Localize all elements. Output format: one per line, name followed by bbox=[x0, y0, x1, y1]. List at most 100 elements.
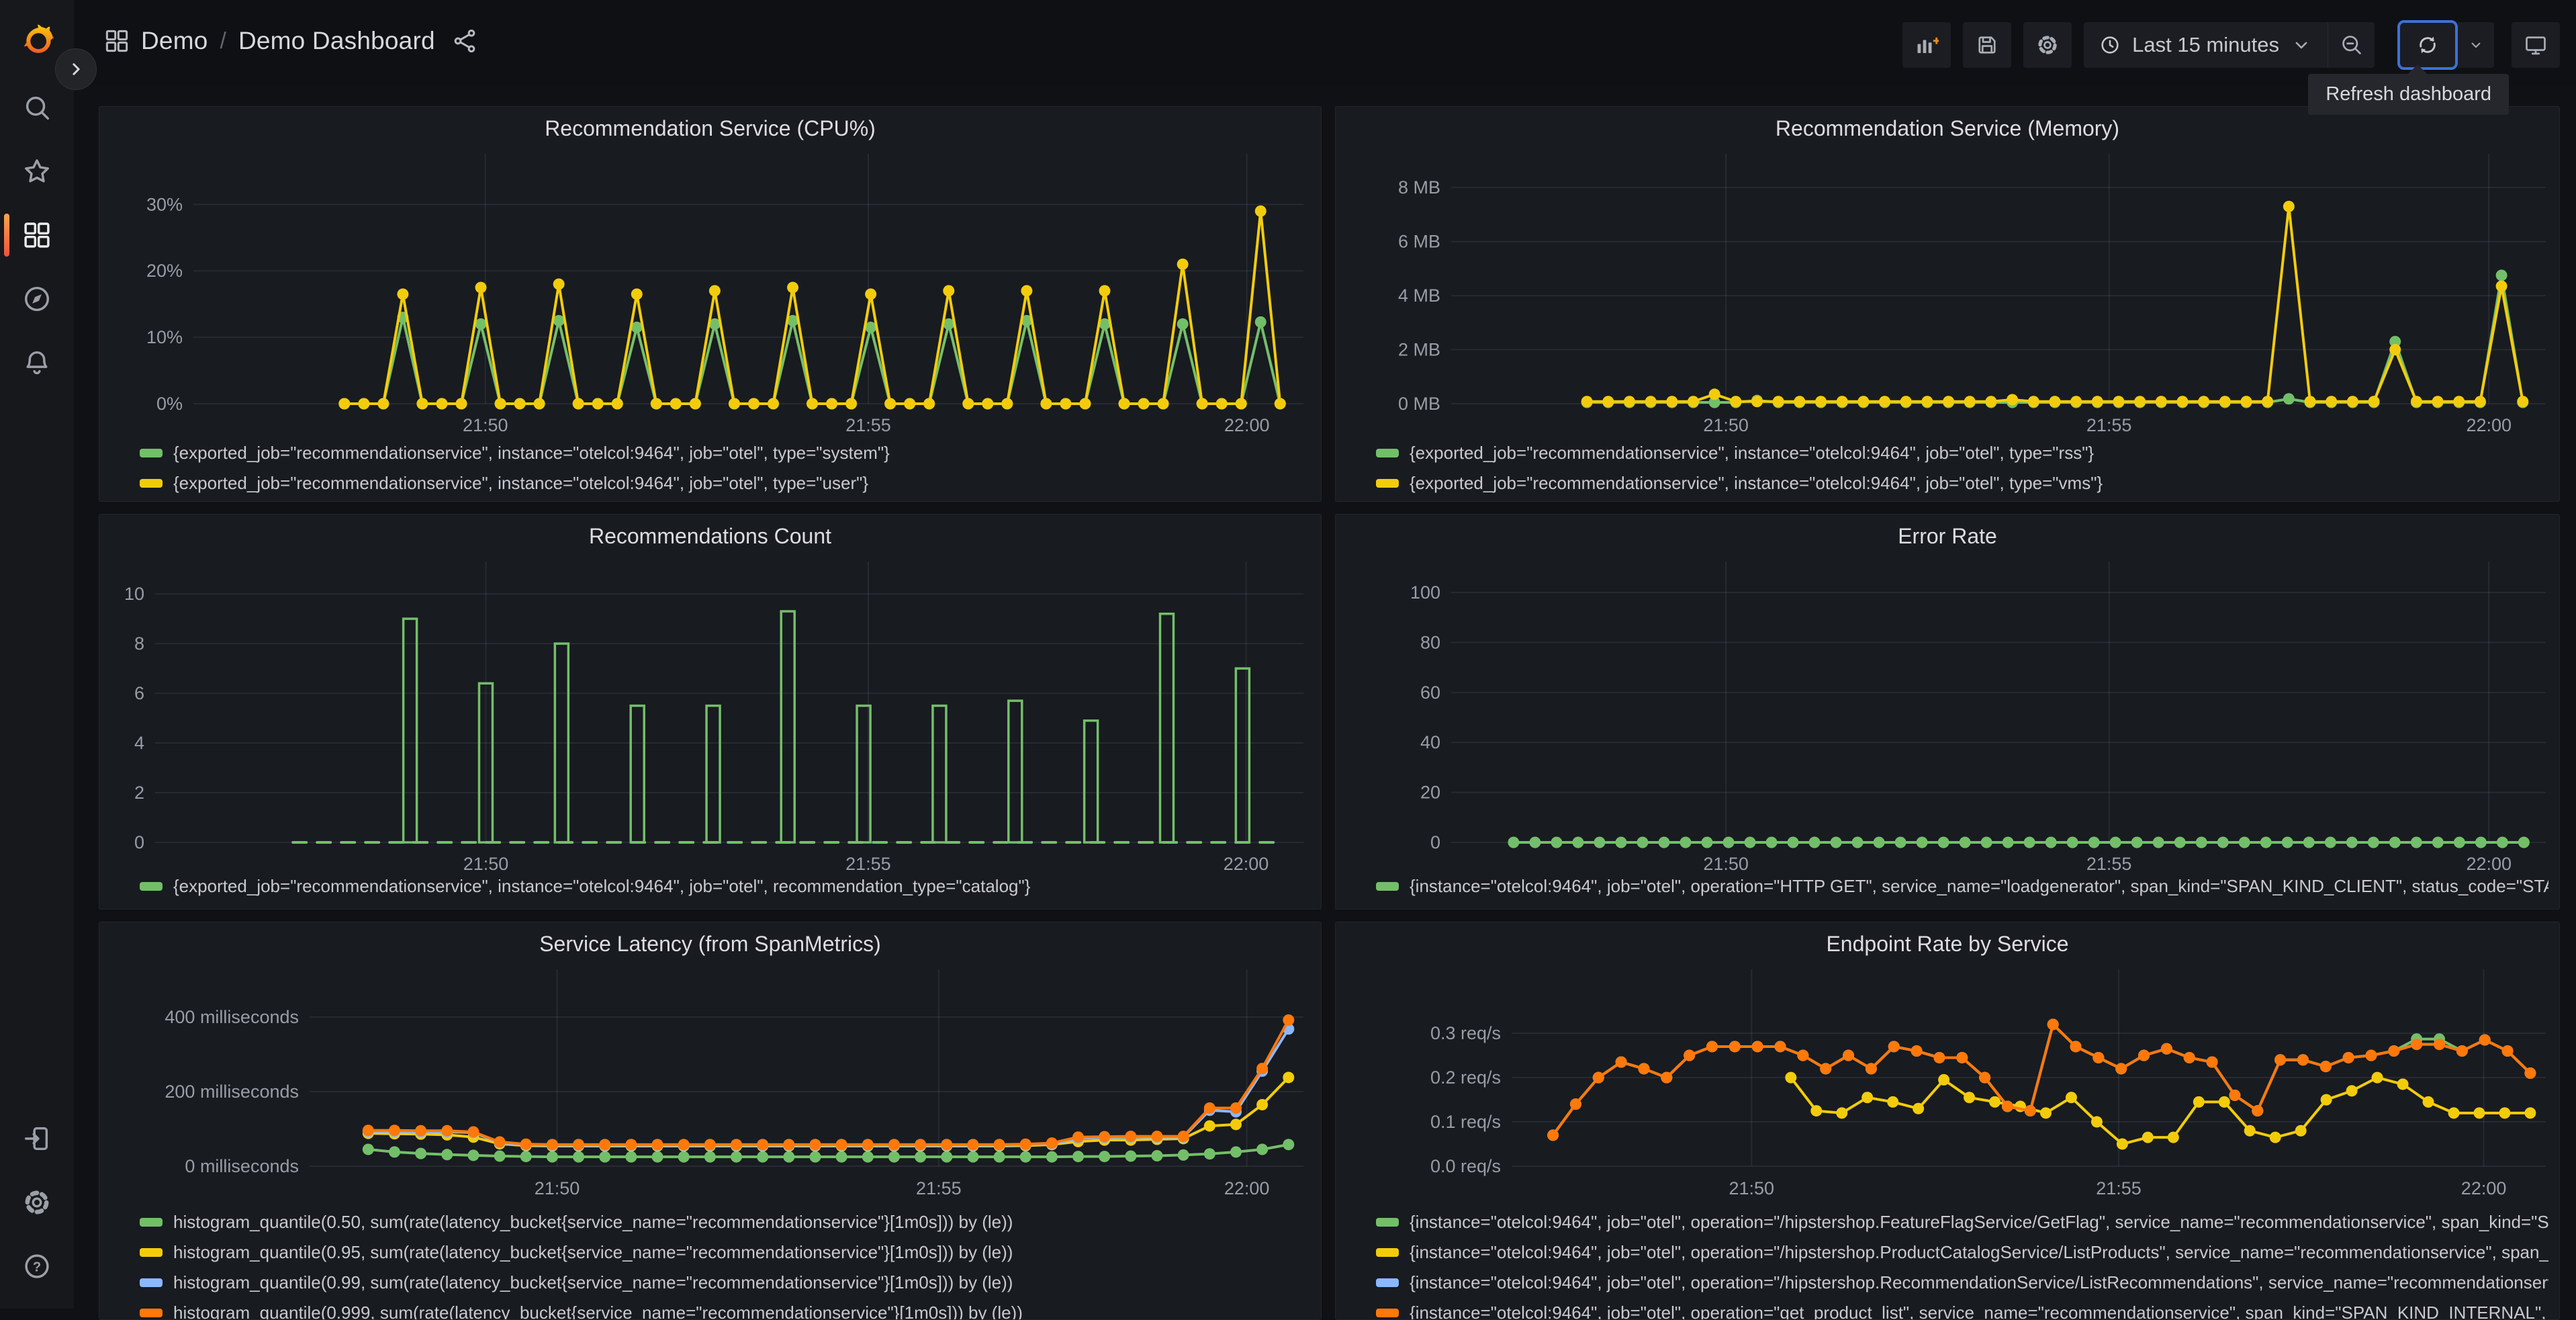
legend-item[interactable]: histogram_quantile(0.99, sum(rate(latenc… bbox=[173, 1272, 1013, 1293]
y-axis-label: 0.3 req/s bbox=[1430, 1023, 1501, 1043]
time-zoom-out-button[interactable] bbox=[2328, 22, 2375, 68]
breadcrumb-section[interactable]: Demo bbox=[141, 27, 208, 55]
legend-item[interactable]: {instance="otelcol:9464", job="otel", op… bbox=[1410, 876, 2548, 897]
time-range-picker[interactable]: Last 15 minutes bbox=[2084, 33, 2328, 57]
legend-item[interactable]: {exported_job="recommendationservice", i… bbox=[1410, 443, 2094, 464]
sidebar-item-starred[interactable] bbox=[0, 141, 74, 202]
signin-icon bbox=[21, 1123, 52, 1154]
chevron-down-icon bbox=[2290, 34, 2313, 56]
y-axis-label: 200 milliseconds bbox=[165, 1082, 299, 1102]
sidebar-item-sign-in[interactable] bbox=[0, 1108, 74, 1169]
monitor-icon bbox=[2524, 33, 2548, 57]
x-axis-label: 22:00 bbox=[1224, 415, 1270, 435]
refresh-button[interactable] bbox=[2397, 20, 2458, 70]
tooltip: Refresh dashboard bbox=[2308, 74, 2509, 115]
x-axis-label: 22:00 bbox=[1224, 854, 1269, 874]
y-axis-label: 20 bbox=[1420, 783, 1440, 803]
y-axis-label: 20% bbox=[146, 261, 183, 281]
legend-row: {exported_job="recommendationservice", i… bbox=[140, 441, 1310, 465]
toolbar: Last 15 minutes bbox=[1890, 20, 2560, 70]
sidebar-item-administration[interactable] bbox=[0, 1172, 74, 1233]
panel-reco-count: Recommendations Count024681021:5021:5522… bbox=[99, 514, 1322, 910]
chart-reco-count[interactable]: 024681021:5021:5522:00 bbox=[99, 515, 1322, 910]
x-axis-label: 22:00 bbox=[2466, 854, 2512, 874]
x-axis-label: 22:00 bbox=[2466, 415, 2512, 435]
legend-item[interactable]: {instance="otelcol:9464", job="otel", op… bbox=[1410, 1272, 2548, 1293]
sidebar-item-alerting[interactable] bbox=[0, 333, 74, 393]
y-axis-label: 0 bbox=[134, 832, 144, 852]
sidebar-item-help[interactable]: ? bbox=[0, 1236, 74, 1296]
help-icon: ? bbox=[21, 1251, 52, 1282]
save-icon bbox=[1975, 33, 1999, 57]
gear-icon bbox=[2035, 33, 2060, 57]
legend-swatch bbox=[1376, 479, 1399, 488]
legend-item[interactable]: {exported_job="recommendationservice", i… bbox=[173, 443, 890, 464]
x-axis-label: 21:50 bbox=[1703, 854, 1749, 874]
chart-error-rate[interactable]: 02040608010021:5021:5522:00 bbox=[1336, 515, 2559, 910]
legend-swatch bbox=[140, 882, 163, 891]
x-axis-label: 21:50 bbox=[463, 854, 509, 874]
breadcrumb-page[interactable]: Demo Dashboard bbox=[238, 27, 435, 55]
grafana-logo[interactable] bbox=[18, 21, 57, 60]
legend-swatch bbox=[140, 449, 163, 457]
legend-item[interactable]: histogram_quantile(0.95, sum(rate(latenc… bbox=[173, 1242, 1013, 1263]
x-axis-label: 21:50 bbox=[1703, 415, 1749, 435]
y-axis-label: 60 bbox=[1420, 683, 1440, 703]
legend-item[interactable]: {instance="otelcol:9464", job="otel", op… bbox=[1410, 1303, 2548, 1320]
legend-row: {instance="otelcol:9464", job="otel", op… bbox=[1376, 1240, 2548, 1264]
legend-row: {instance="otelcol:9464", job="otel", op… bbox=[1376, 1210, 2548, 1234]
legend-swatch bbox=[1376, 882, 1399, 891]
sidebar-item-explore[interactable] bbox=[0, 269, 74, 329]
legend-swatch bbox=[1376, 1218, 1399, 1227]
y-axis-label: 8 MB bbox=[1398, 177, 1440, 197]
legend-item[interactable]: {exported_job="recommendationservice", i… bbox=[173, 473, 868, 494]
legend-item[interactable]: histogram_quantile(0.999, sum(rate(laten… bbox=[173, 1303, 1023, 1320]
legend-row: {exported_job="recommendationservice", i… bbox=[1376, 441, 2548, 465]
y-axis-label: 400 milliseconds bbox=[165, 1007, 299, 1027]
legend-row: {exported_job="recommendationservice", i… bbox=[1376, 471, 2548, 495]
share-icon[interactable] bbox=[451, 28, 478, 54]
x-axis-label: 21:55 bbox=[845, 415, 891, 435]
refresh-interval-dropdown[interactable] bbox=[2458, 22, 2494, 68]
header: Demo / Demo Dashboard Last 15 minutes bbox=[74, 0, 2576, 86]
y-axis-label: 4 MB bbox=[1398, 285, 1440, 306]
sidebar-item-search[interactable] bbox=[0, 77, 74, 138]
search-icon bbox=[21, 92, 52, 123]
legend-item[interactable]: {exported_job="recommendationservice", i… bbox=[173, 876, 1030, 897]
x-axis-label: 21:50 bbox=[463, 415, 508, 435]
legend-item[interactable]: {instance="otelcol:9464", job="otel", op… bbox=[1410, 1242, 2548, 1263]
refresh-group bbox=[2397, 20, 2494, 70]
add-panel-button[interactable] bbox=[1902, 22, 1951, 68]
panel-endpoint-rate: Endpoint Rate by Service0.0 req/s0.1 req… bbox=[1335, 922, 2560, 1320]
y-axis-label: 6 bbox=[134, 683, 144, 703]
breadcrumb: Demo / Demo Dashboard bbox=[103, 27, 478, 55]
svg-text:?: ? bbox=[33, 1260, 41, 1274]
legend-item[interactable]: histogram_quantile(0.50, sum(rate(latenc… bbox=[173, 1212, 1013, 1233]
legend-row: histogram_quantile(0.95, sum(rate(latenc… bbox=[140, 1240, 1310, 1264]
dashboards-icon bbox=[103, 28, 130, 54]
y-axis-label: 40 bbox=[1420, 732, 1440, 752]
bell-icon bbox=[21, 347, 52, 378]
legend-swatch bbox=[140, 1218, 163, 1227]
sidebar-expand-button[interactable] bbox=[55, 48, 97, 90]
dashboard-grid: Recommendation Service (CPU%)0%10%20%30%… bbox=[99, 106, 2560, 1320]
legend-row: {instance="otelcol:9464", job="otel", op… bbox=[1376, 1301, 2548, 1320]
y-axis-label: 0 milliseconds bbox=[185, 1156, 299, 1176]
breadcrumb-separator: / bbox=[219, 28, 228, 54]
cycle-view-mode-button[interactable] bbox=[2512, 22, 2560, 68]
y-axis-label: 0.2 req/s bbox=[1430, 1067, 1501, 1088]
x-axis-label: 21:55 bbox=[845, 854, 891, 874]
legend-swatch bbox=[1376, 449, 1399, 457]
clock-icon bbox=[2099, 34, 2121, 56]
sidebar-item-dashboards[interactable] bbox=[0, 205, 74, 265]
panel-latency: Service Latency (from SpanMetrics)0 mill… bbox=[99, 922, 1322, 1320]
save-dashboard-button[interactable] bbox=[1963, 22, 2011, 68]
legend-item[interactable]: {instance="otelcol:9464", job="otel", op… bbox=[1410, 1212, 2548, 1233]
active-indicator bbox=[4, 214, 9, 257]
dashboard-settings-button[interactable] bbox=[2023, 22, 2072, 68]
x-axis-label: 21:55 bbox=[916, 1178, 962, 1198]
legend-item[interactable]: {exported_job="recommendationservice", i… bbox=[1410, 473, 2103, 494]
y-axis-label: 0% bbox=[156, 394, 183, 414]
x-axis-label: 21:55 bbox=[2086, 854, 2132, 874]
panel-cpu: Recommendation Service (CPU%)0%10%20%30%… bbox=[99, 106, 1322, 502]
